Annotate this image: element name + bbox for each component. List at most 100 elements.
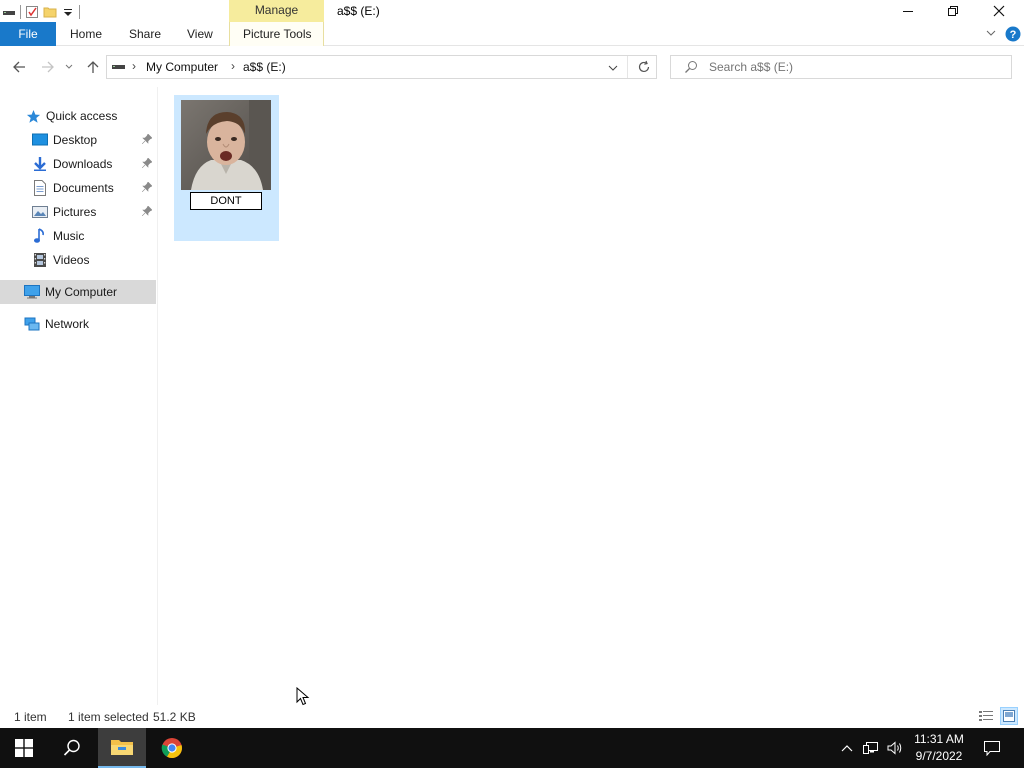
- breadcrumb-separator-icon[interactable]: ›: [231, 59, 235, 73]
- nav-quick-access-label: Quick access: [46, 109, 118, 123]
- network-status-icon: [863, 742, 878, 754]
- refresh-icon: [638, 60, 650, 73]
- restore-button[interactable]: [930, 0, 976, 22]
- recent-locations-button[interactable]: [62, 57, 76, 77]
- tab-view[interactable]: View: [187, 22, 213, 46]
- desktop-icon: [32, 132, 48, 148]
- search-input[interactable]: [709, 59, 999, 75]
- pin-icon[interactable]: [141, 133, 153, 147]
- downloads-icon: [32, 156, 48, 172]
- tab-share[interactable]: Share: [129, 22, 161, 46]
- search-box[interactable]: [670, 55, 1012, 79]
- details-view-icon: [979, 711, 993, 721]
- nav-item-network[interactable]: Network: [0, 312, 156, 336]
- folder-icon: [111, 740, 133, 755]
- arrow-up-icon: [87, 61, 99, 73]
- svg-text:?: ?: [1010, 29, 1017, 41]
- search-icon: [63, 739, 80, 756]
- close-icon: [993, 5, 1005, 17]
- close-button[interactable]: [976, 0, 1022, 22]
- drive-icon[interactable]: [2, 5, 16, 19]
- properties-icon[interactable]: [25, 5, 39, 19]
- pin-icon[interactable]: [141, 181, 153, 195]
- up-button[interactable]: [83, 57, 103, 77]
- nav-item-desktop[interactable]: Desktop: [0, 128, 156, 152]
- nav-item-my-computer[interactable]: My Computer: [0, 280, 156, 304]
- details-view-button[interactable]: [977, 707, 995, 725]
- taskbar: 11:31 AM 9/7/2022: [0, 728, 1024, 768]
- breadcrumb-current-drive[interactable]: a$$ (E:): [243, 60, 286, 74]
- breadcrumb-separator-icon[interactable]: ›: [132, 59, 136, 73]
- back-button[interactable]: [9, 57, 29, 77]
- pin-icon[interactable]: [141, 157, 153, 171]
- address-history-button[interactable]: [607, 62, 619, 76]
- show-hidden-icons-button[interactable]: [838, 728, 856, 768]
- arrow-right-icon: [42, 61, 54, 73]
- nav-item-label: Pictures: [53, 205, 97, 219]
- network-icon: [24, 316, 40, 332]
- navigation-pane: Quick access Desktop Downloads Documents: [0, 100, 157, 700]
- navigation-bar: › My Computer › a$$ (E:): [0, 47, 1024, 87]
- chevron-down-icon: [65, 64, 73, 69]
- large-icons-view-button[interactable]: [1000, 707, 1018, 725]
- title-bar: Manage a$$ (E:): [0, 0, 1024, 24]
- expand-ribbon-button[interactable]: [985, 27, 997, 41]
- volume-icon: [887, 741, 902, 755]
- help-button[interactable]: ?: [1005, 26, 1021, 42]
- minimize-button[interactable]: [885, 0, 931, 22]
- nav-item-label: Videos: [53, 253, 90, 267]
- volume-tray-button[interactable]: [884, 728, 906, 768]
- notifications-icon: [984, 740, 1000, 756]
- tab-picture-tools[interactable]: Picture Tools: [243, 22, 311, 46]
- pane-divider: [157, 87, 158, 705]
- chrome-taskbar-button[interactable]: [148, 728, 196, 768]
- chevron-down-icon: [986, 30, 996, 36]
- nav-item-label: Downloads: [53, 157, 113, 171]
- search-button[interactable]: [48, 728, 96, 768]
- windows-logo-icon: [15, 739, 33, 757]
- nav-item-label: Music: [53, 229, 85, 243]
- action-center-button[interactable]: [978, 728, 1006, 768]
- nav-item-label: Network: [45, 317, 90, 331]
- file-explorer-taskbar-button[interactable]: [98, 728, 146, 768]
- clock[interactable]: 11:31 AM 9/7/2022: [906, 731, 972, 765]
- selection-count: 1 item selected: [68, 710, 149, 724]
- chevron-up-icon: [841, 745, 853, 752]
- tab-home[interactable]: Home: [70, 22, 102, 46]
- nav-item-label: Desktop: [53, 133, 98, 147]
- minimize-icon: [903, 11, 913, 12]
- new-folder-icon[interactable]: [43, 5, 57, 19]
- start-button[interactable]: [0, 728, 48, 768]
- pin-icon[interactable]: [141, 205, 153, 219]
- nav-item-music[interactable]: Music: [0, 224, 156, 248]
- toolbar-separator: [79, 5, 80, 19]
- nav-item-label: Documents: [53, 181, 114, 195]
- image-thumbnail: [181, 100, 271, 190]
- address-bar[interactable]: › My Computer › a$$ (E:): [106, 55, 657, 79]
- nav-item-pictures[interactable]: Pictures: [0, 200, 156, 224]
- chrome-icon: [161, 738, 182, 759]
- star-icon: [25, 108, 41, 124]
- ribbon-tab-strip: File Home Share View Picture Tools ?: [0, 22, 1024, 46]
- nav-item-documents[interactable]: Documents: [0, 176, 156, 200]
- nav-item-videos[interactable]: Videos: [0, 248, 156, 272]
- rename-input[interactable]: [190, 192, 262, 210]
- manage-contextual-tab[interactable]: Manage: [229, 0, 324, 22]
- nav-quick-access[interactable]: Quick access: [0, 104, 156, 128]
- forward-button[interactable]: [38, 57, 58, 77]
- window-title: a$$ (E:): [337, 4, 380, 18]
- help-icon: ?: [1005, 26, 1021, 42]
- refresh-button[interactable]: [637, 60, 651, 77]
- drive-icon: [112, 61, 126, 76]
- breadcrumb-my-computer[interactable]: My Computer: [146, 60, 218, 74]
- tab-file[interactable]: File: [0, 22, 56, 46]
- restore-icon: [948, 6, 958, 16]
- network-tray-button[interactable]: [860, 728, 882, 768]
- clock-time: 11:31 AM: [914, 732, 964, 746]
- customize-toolbar-chevron-icon[interactable]: [61, 5, 75, 19]
- file-item[interactable]: [174, 95, 279, 241]
- nav-item-downloads[interactable]: Downloads: [0, 152, 156, 176]
- status-bar: 1 item 1 item selected 51.2 KB: [0, 705, 1024, 728]
- nav-item-label: My Computer: [45, 285, 118, 299]
- toolbar-separator: [20, 5, 21, 19]
